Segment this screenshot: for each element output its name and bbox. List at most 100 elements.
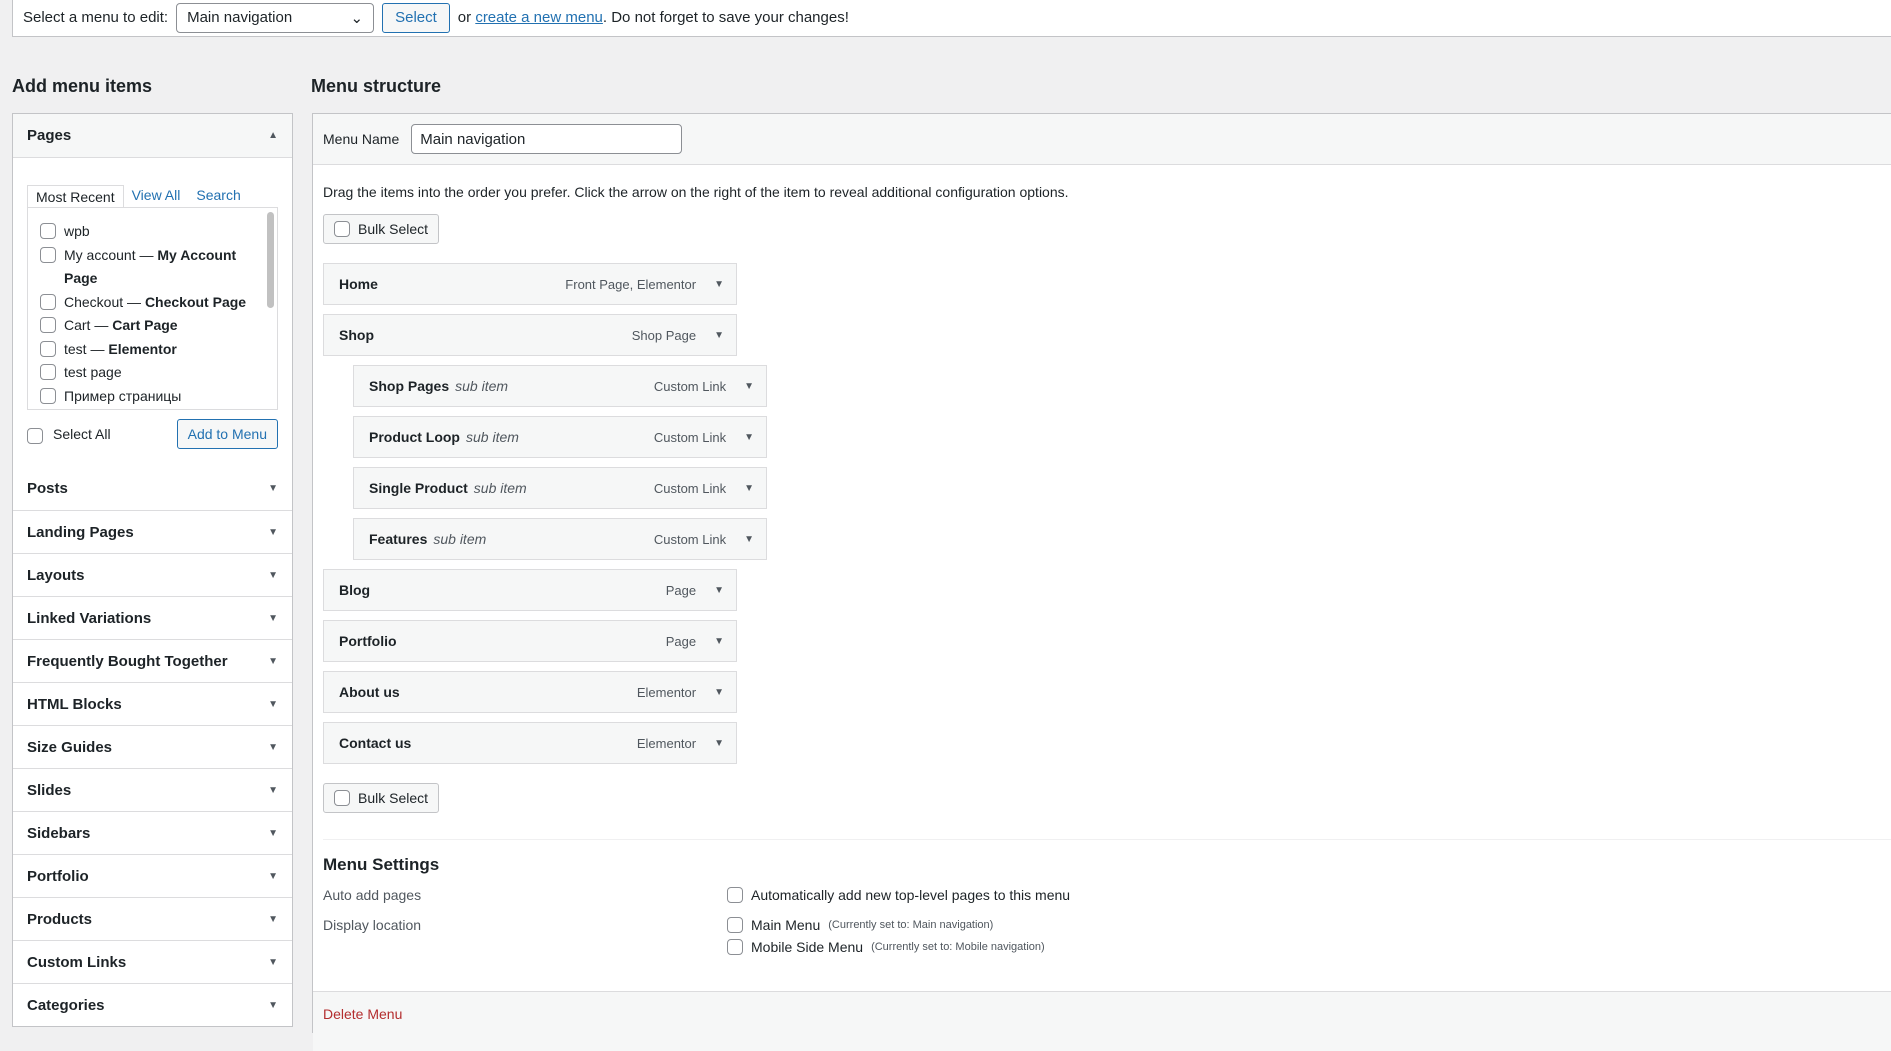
tab-search[interactable]: Search [188,184,248,207]
triangle-down-icon: ▼ [268,612,278,624]
menu-item[interactable]: Single Product sub item Custom Link ▼ [353,467,767,509]
page-item-label: My account — My Account Page [64,244,263,291]
menu-name-input[interactable]: Main navigation [411,124,683,154]
menu-item[interactable]: Shop Shop Page ▼ [323,314,737,356]
page-item[interactable]: Checkout — Checkout Page [40,291,263,315]
checkbox[interactable] [40,364,56,380]
menu-item[interactable]: Portfolio Page ▼ [323,620,737,662]
menu-item[interactable]: Contact us Elementor ▼ [323,722,737,764]
accordion-layouts[interactable]: Layouts ▼ [13,553,292,596]
triangle-down-icon[interactable]: ▼ [714,279,724,290]
menu-select-dropdown[interactable]: Main navigation ⌄ [176,2,375,33]
tab-most-recent[interactable]: Most Recent [27,185,124,208]
scrollbar[interactable] [267,212,274,308]
triangle-down-icon[interactable]: ▼ [714,687,724,698]
checkbox[interactable] [727,939,743,955]
select-button[interactable]: Select [382,2,450,33]
triangle-down-icon[interactable]: ▼ [744,381,754,392]
selected-menu: Main navigation [187,9,293,26]
checkbox[interactable] [27,427,43,444]
page-name: Пример страницы [64,387,182,404]
menu-item-type-wrap: Elementor ▼ [637,685,724,700]
triangle-down-icon[interactable]: ▼ [714,585,724,596]
page-item[interactable]: test — Elementor [40,338,263,362]
or-text: or [457,9,472,26]
create-new-menu-link[interactable]: create a new menu [475,9,603,26]
menu-item-type: Shop Page [631,327,697,343]
accordion-title: Landing Pages [27,523,134,541]
triangle-down-icon[interactable]: ▼ [714,330,724,341]
accordion-portfolio[interactable]: Portfolio ▼ [13,854,292,897]
display-location-option[interactable]: Mobile Side Menu (Currently set to: Mobil… [727,939,1045,955]
menu-item-title: Features [369,530,428,547]
menu-item-type: Custom Link [653,531,727,547]
page-item[interactable]: My account — My Account Page [40,244,263,291]
checkbox[interactable] [40,340,56,357]
auto-add-checkbox[interactable]: Automatically add new top-level pages to… [727,887,1070,903]
page-item[interactable]: Пример страницы [40,385,263,409]
page-item[interactable]: test page [40,361,263,385]
pages-tabs: Most Recent View All Search [27,184,278,208]
page-tag: Cart Page [112,317,178,333]
accordion-sidebars[interactable]: Sidebars ▼ [13,811,292,854]
menu-item-title: Single Product [369,479,468,496]
triangle-down-icon[interactable]: ▼ [714,738,724,749]
checkbox[interactable] [727,887,743,903]
page-name: Checkout — [64,293,145,310]
checkbox[interactable] [40,246,56,263]
triangle-down-icon: ▼ [268,913,278,925]
triangle-down-icon[interactable]: ▼ [744,432,754,443]
bulk-select-button-bottom[interactable]: Bulk Select [323,783,440,813]
page-name: wpb [64,223,90,239]
menu-item[interactable]: About us Elementor ▼ [323,671,737,713]
page-name: test — [64,340,109,357]
checkbox[interactable] [40,293,56,310]
menu-item-title-wrap: Blog [339,582,370,599]
display-location-option[interactable]: Main Menu (Currently set to: Main navigat… [727,917,1045,933]
menu-item[interactable]: Home Front Page, Elementor ▼ [323,263,737,305]
page-item[interactable]: wpb [40,220,263,244]
page-item-label: Checkout — Checkout Page [64,291,246,315]
menu-item-type-wrap: Custom Link ▼ [654,481,754,496]
accordion-landing-pages[interactable]: Landing Pages ▼ [13,510,292,553]
page-item-label: test — Elementor [64,338,177,362]
accordion-title: Frequently Bought Together [27,652,228,670]
triangle-down-icon[interactable]: ▼ [744,534,754,545]
pages-body: Most Recent View All Search wpb My account … [13,158,292,467]
accordion-html-blocks[interactable]: HTML Blocks ▼ [13,682,292,725]
checkbox[interactable] [40,223,56,239]
accordion-products[interactable]: Products ▼ [13,897,292,940]
accordion-categories[interactable]: Categories ▼ [13,983,292,1026]
page-item-label: wpb [64,220,90,244]
menu-item[interactable]: Product Loop sub item Custom Link ▼ [353,416,767,458]
accordion-slides[interactable]: Slides ▼ [13,768,292,811]
checkbox[interactable] [727,917,743,933]
delete-menu-link[interactable]: Delete Menu [323,1006,402,1022]
checkbox[interactable] [334,221,350,237]
checkbox[interactable] [334,790,350,806]
bulk-select-label: Bulk Select [358,221,429,237]
triangle-down-icon[interactable]: ▼ [744,483,754,494]
accordion-posts[interactable]: Posts ▼ [13,467,292,510]
accordion-linked-variations[interactable]: Linked Variations ▼ [13,596,292,639]
checkbox[interactable] [40,317,56,333]
accordion-pages[interactable]: Pages ▲ [13,114,292,158]
select-all-checkbox[interactable]: Select All [27,425,111,444]
add-to-menu-button[interactable]: Add to Menu [176,419,278,449]
accordion-frequently-bought-together[interactable]: Frequently Bought Together ▼ [13,639,292,682]
accordion-title: Custom Links [27,953,127,971]
triangle-down-icon: ▼ [268,999,278,1011]
bulk-select-button[interactable]: Bulk Select [323,214,440,244]
triangle-down-icon: ▼ [268,741,278,753]
menu-item-title-wrap: Shop [339,327,374,344]
menu-item[interactable]: Shop Pages sub item Custom Link ▼ [353,365,767,407]
accordion-custom-links[interactable]: Custom Links ▼ [13,940,292,983]
page-item[interactable]: Cart — Cart Page [40,314,263,338]
menu-item[interactable]: Features sub item Custom Link ▼ [353,518,767,560]
accordion-size-guides[interactable]: Size Guides ▼ [13,725,292,768]
tab-view-all[interactable]: View All [124,184,189,207]
triangle-down-icon[interactable]: ▼ [714,636,724,647]
page-item-label: test page [64,361,122,385]
checkbox[interactable] [40,387,56,404]
menu-item[interactable]: Blog Page ▼ [323,569,737,611]
